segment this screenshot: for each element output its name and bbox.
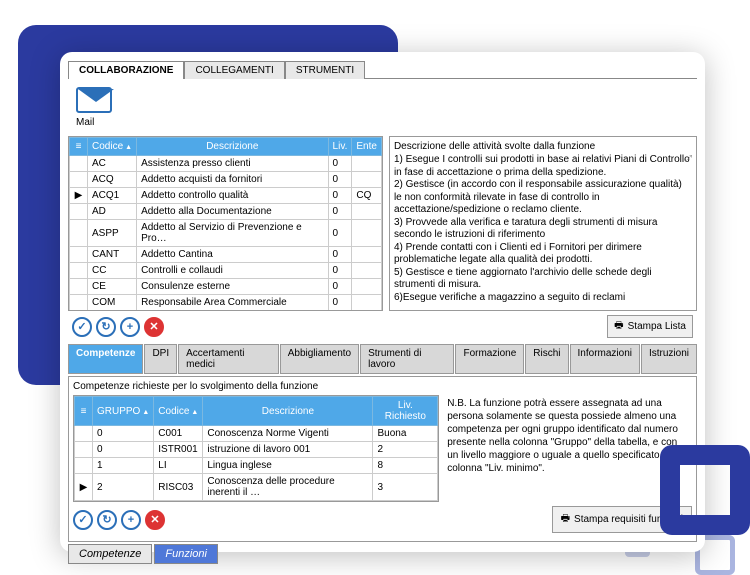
add-button[interactable]: + xyxy=(121,510,141,530)
printer-icon: 🖶 xyxy=(614,318,623,335)
tab-strumenti[interactable]: STRUMENTI xyxy=(285,61,365,79)
table-row[interactable]: CEConsulenze esterne0 xyxy=(70,279,382,295)
main-table: ≡ Codice Descrizione Liv. Ente ACAssiste… xyxy=(68,136,383,311)
table-row[interactable]: 0ISTR001istruzione di lavoro 0012 xyxy=(75,442,438,458)
sub-tab-dpi[interactable]: DPI xyxy=(144,344,177,374)
table-row[interactable]: ▶2RISC03Conoscenza delle procedure inere… xyxy=(75,474,438,501)
desc-text: 1) Esegue I controlli sui prodotti in ba… xyxy=(394,154,692,304)
col-codice[interactable]: Codice xyxy=(88,138,137,156)
bottom-tabs: Competenze Funzioni xyxy=(68,544,697,564)
sub-tab-formazione[interactable]: Formazione xyxy=(455,344,524,374)
mail-label: Mail xyxy=(76,117,697,128)
col-descrizione[interactable]: Descrizione xyxy=(203,397,373,426)
tab-collaborazione[interactable]: COLLABORAZIONE xyxy=(68,61,184,79)
confirm-button[interactable]: ✓ xyxy=(73,510,93,530)
comp-table: ≡ GRUPPO Codice Descrizione Liv. Richies… xyxy=(73,395,439,502)
table-row[interactable]: ACAssistenza presso clienti0 xyxy=(70,156,382,172)
sub-tab-informazioni[interactable]: Informazioni xyxy=(570,344,640,374)
table-row[interactable]: COMResponsabile Area Commerciale0 xyxy=(70,295,382,311)
sub-tab-strumenti-di-lavoro[interactable]: Strumenti di lavoro xyxy=(360,344,454,374)
table-row[interactable]: ASPPAddetto al Servizio di Prevenzione e… xyxy=(70,220,382,247)
table-row[interactable]: ACQAddetto acquisti da fornitori0 xyxy=(70,172,382,188)
mail-section: Mail xyxy=(68,79,697,132)
undo-button[interactable]: ↻ xyxy=(96,317,116,337)
undo-button[interactable]: ↻ xyxy=(97,510,117,530)
sub-tab-abbigliamento[interactable]: Abbigliamento xyxy=(280,344,359,374)
table-row[interactable]: ▶ACQ1Addetto controllo qualità0CQ xyxy=(70,188,382,204)
delete-button[interactable]: ✕ xyxy=(145,510,165,530)
col-liv-richiesto[interactable]: Liv. Richiesto xyxy=(373,397,438,426)
col-descrizione[interactable]: Descrizione xyxy=(137,138,328,156)
col-ente[interactable]: Ente xyxy=(352,138,382,156)
tab-funzioni-bottom[interactable]: Funzioni xyxy=(154,544,218,564)
table-row[interactable]: 1LILingua inglese8 xyxy=(75,458,438,474)
table-row[interactable]: ADAddetto alla Documentazione0 xyxy=(70,204,382,220)
comp-title: Competenze richieste per lo svolgimento … xyxy=(73,381,692,392)
sub-tab-istruzioni[interactable]: Istruzioni xyxy=(641,344,697,374)
menu-icon[interactable]: ≡ xyxy=(75,397,93,426)
tab-competenze-bottom[interactable]: Competenze xyxy=(68,544,152,564)
table-row[interactable]: CANTAddetto Cantina0 xyxy=(70,247,382,263)
add-button[interactable]: + xyxy=(120,317,140,337)
desc-title: Descrizione delle attività svolte dalla … xyxy=(394,141,692,152)
menu-icon[interactable]: ≡ xyxy=(70,138,88,156)
sub-tab-competenze[interactable]: Competenze xyxy=(68,344,143,374)
main-toolbar: ✓ ↻ + ✕ 🖶 Stampa Lista xyxy=(68,311,697,342)
comp-toolbar: ✓ ↻ + ✕ 🖶 Stampa requisiti funzioni xyxy=(73,502,692,537)
sub-tab-rischi[interactable]: Rischi xyxy=(525,344,568,374)
col-liv[interactable]: Liv. xyxy=(328,138,352,156)
col-gruppo[interactable]: GRUPPO xyxy=(93,397,154,426)
sub-tab-accertamenti-medici[interactable]: Accertamenti medici xyxy=(178,344,279,374)
delete-button[interactable]: ✕ xyxy=(144,317,164,337)
top-tabs: COLLABORAZIONE COLLEGAMENTI STRUMENTI xyxy=(68,60,697,79)
expand-icon[interactable]: ⤢ xyxy=(685,153,692,164)
competenze-section: Competenze richieste per lo svolgimento … xyxy=(68,376,697,542)
mail-icon[interactable] xyxy=(76,87,112,113)
app-window: COLLABORAZIONE COLLEGAMENTI STRUMENTI Ma… xyxy=(60,52,705,552)
table-row[interactable]: 0C001Conoscenza Norme VigentiBuona xyxy=(75,426,438,442)
confirm-button[interactable]: ✓ xyxy=(72,317,92,337)
printer-icon: 🖶 xyxy=(561,511,570,528)
comp-note: N.B. La funzione potrà essere assegnata … xyxy=(445,395,692,502)
col-codice[interactable]: Codice xyxy=(154,397,203,426)
tab-collegamenti[interactable]: COLLEGAMENTI xyxy=(184,61,284,79)
bg-decoration xyxy=(660,445,750,535)
print-list-button[interactable]: 🖶 Stampa Lista xyxy=(607,315,693,338)
table-row[interactable]: CCControlli e collaudi0 xyxy=(70,263,382,279)
sub-tabs: CompetenzeDPIAccertamenti mediciAbbiglia… xyxy=(68,344,697,374)
description-panel: Descrizione delle attività svolte dalla … xyxy=(389,136,697,311)
